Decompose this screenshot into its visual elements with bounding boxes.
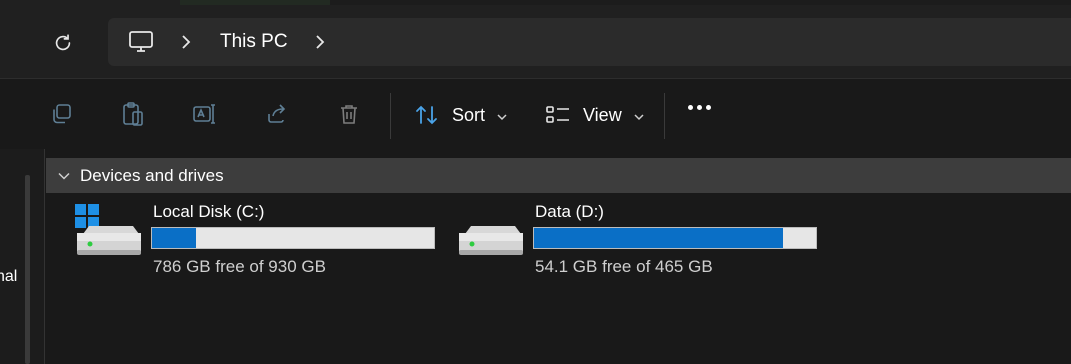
more-options-button[interactable] (688, 105, 711, 110)
breadcrumb-chevron-icon[interactable] (314, 34, 326, 50)
drive-usage-bar (151, 227, 435, 249)
copy-button[interactable] (48, 101, 74, 127)
group-title: Devices and drives (80, 165, 224, 185)
paste-button[interactable] (120, 101, 146, 127)
copy-icon (53, 104, 71, 124)
view-icon (546, 106, 569, 123)
drive-free-space: 54.1 GB free of 465 GB (535, 257, 713, 276)
hard-drive-icon (457, 200, 527, 260)
breadcrumb-chevron-icon[interactable] (180, 34, 192, 50)
drive-usage-fill (152, 228, 196, 248)
toolbar-divider (664, 93, 665, 139)
drive-free-space: 786 GB free of 930 GB (153, 257, 326, 276)
drive-usage-bar (533, 227, 817, 249)
share-button[interactable] (264, 101, 290, 127)
navigation-pane[interactable] (0, 149, 45, 364)
refresh-button[interactable] (48, 28, 78, 58)
chevron-down-icon[interactable] (58, 172, 70, 180)
windows-logo-icon (75, 204, 99, 228)
top-strip (180, 0, 1071, 5)
title-bar: This PC (0, 0, 1071, 78)
share-icon (268, 104, 286, 123)
address-bar[interactable]: This PC (108, 18, 1071, 66)
sort-icon (416, 105, 437, 125)
delete-button[interactable] (336, 101, 362, 127)
view-label: View (583, 104, 622, 125)
chevron-down-icon (634, 105, 644, 126)
trash-icon (341, 105, 357, 124)
rename-icon (193, 104, 215, 124)
navigation-scrollbar[interactable] (25, 175, 30, 364)
nav-item-partial-label[interactable]: nal (0, 268, 17, 286)
more-dot-icon (706, 105, 711, 110)
rename-button[interactable] (192, 101, 218, 127)
drive-name: Data (D:) (535, 202, 604, 221)
view-button[interactable]: View (545, 97, 644, 133)
toolbar-divider (390, 93, 391, 139)
devices-and-drives-header[interactable]: Devices and drives (46, 158, 1071, 193)
this-pc-icon[interactable] (128, 29, 154, 55)
more-dot-icon (697, 105, 702, 110)
sort-button[interactable]: Sort (414, 97, 507, 133)
paste-icon (123, 102, 143, 126)
refresh-icon (55, 34, 71, 51)
local-disk-icon (75, 200, 145, 260)
more-dot-icon (688, 105, 693, 110)
drive-name: Local Disk (C:) (153, 202, 265, 221)
drive-usage-fill (534, 228, 784, 248)
breadcrumb-this-pc[interactable]: This PC (220, 31, 288, 53)
command-bar: Sort View (0, 78, 1071, 149)
chevron-down-icon (497, 105, 507, 126)
sort-label: Sort (452, 104, 486, 125)
